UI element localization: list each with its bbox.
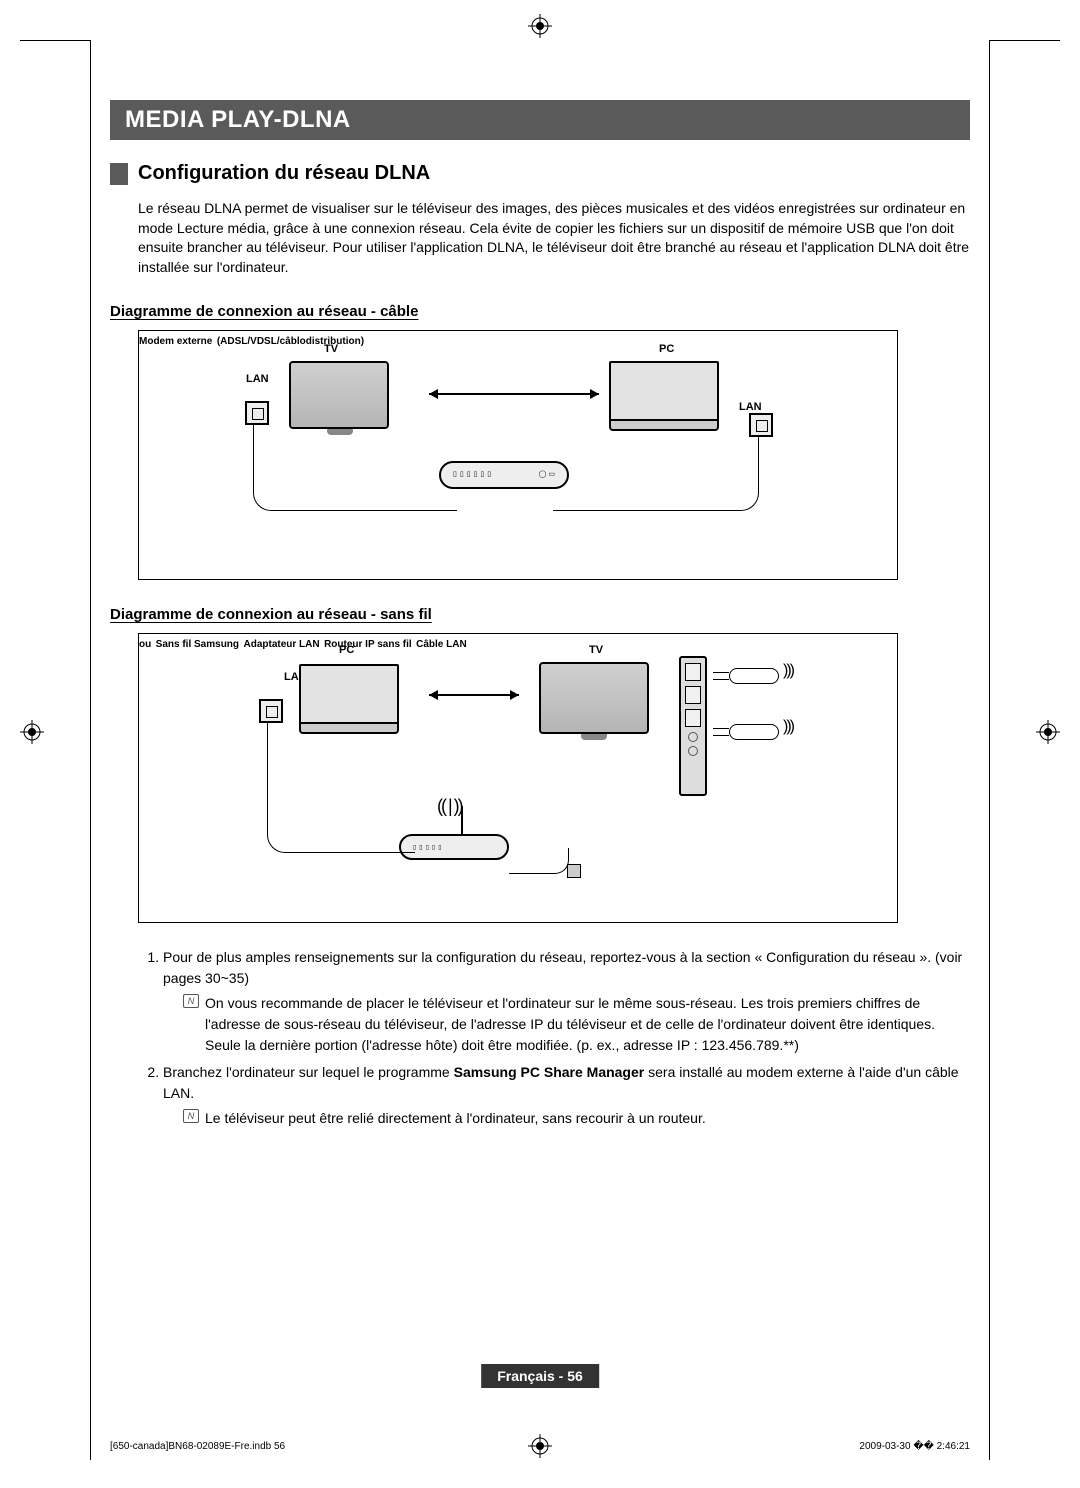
tv-label: TV <box>324 343 338 355</box>
section-title: Configuration du réseau DLNA <box>110 162 970 185</box>
wireless-adapter-icon <box>729 668 779 684</box>
lan-port-icon <box>749 413 773 437</box>
pc-label: PC <box>339 644 354 656</box>
wifi-waves-icon: (( | )) <box>437 796 462 817</box>
laptop-icon <box>609 361 719 431</box>
router-label: Routeur IP sans fil <box>324 639 412 650</box>
note-1-sub: N On vous recommande de placer le télévi… <box>183 993 970 1056</box>
subheading-wireless: Diagramme de connexion au réseau - sans … <box>110 606 970 623</box>
notes-list: Pour de plus amples renseignements sur l… <box>138 947 970 1129</box>
tv-label: TV <box>589 644 603 656</box>
cable-label: Câble LAN <box>416 639 467 650</box>
tv-icon <box>539 662 649 734</box>
page-number-footer: Français - 56 <box>481 1364 599 1388</box>
wifi-waves-icon: ))) <box>783 718 793 736</box>
title-bar-icon <box>110 163 128 185</box>
page-banner: MEDIA PLAY-DLNA <box>110 100 970 140</box>
note-1: Pour de plus amples renseignements sur l… <box>163 947 970 1056</box>
imprint-left: [650-canada]BN68-02089E-Fre.indb 56 <box>110 1441 285 1452</box>
crop-mark <box>90 40 91 1460</box>
tv-icon <box>289 361 389 429</box>
ou-label: ou <box>139 639 151 650</box>
lan-label-tv: LAN <box>246 373 269 385</box>
page-content: MEDIA PLAY-DLNA Configuration du réseau … <box>110 100 970 1388</box>
router-icon: ▯▯▯▯▯ <box>399 834 509 860</box>
cable-icon <box>509 848 569 874</box>
diagram-wireless: PC TV LAN ou Sans fil Samsung Adaptateur… <box>138 633 898 923</box>
note-icon: N <box>183 994 199 1008</box>
adapter-label2: Adaptateur LAN <box>243 639 319 650</box>
registration-mark-icon <box>20 720 44 744</box>
lan-port-icon <box>245 401 269 425</box>
arrow-bidirectional-icon <box>429 393 599 395</box>
registration-mark-icon <box>528 14 552 38</box>
wireless-adapter-icon <box>729 724 779 740</box>
note-2-bold: Samsung PC Share Manager <box>454 1064 645 1080</box>
subheading-wired: Diagramme de connexion au réseau - câble <box>110 303 970 320</box>
cable-icon <box>267 723 415 853</box>
registration-mark-icon <box>528 1434 552 1458</box>
note-1-text: Pour de plus amples renseignements sur l… <box>163 949 962 986</box>
note-2: Branchez l'ordinateur sur lequel le prog… <box>163 1062 970 1129</box>
crop-mark <box>20 40 90 41</box>
modem-label: Modem externe <box>139 336 212 347</box>
lan-label-pc: LAN <box>739 401 762 413</box>
adapter-label1: Sans fil Samsung <box>156 639 239 650</box>
cable-icon <box>553 437 759 511</box>
connector-icon <box>713 672 729 680</box>
registration-mark-icon <box>1036 720 1060 744</box>
section-title-text: Configuration du réseau DLNA <box>138 162 430 185</box>
modem-icon: ▯▯▯▯▯▯ ◯ ▭ <box>439 461 569 489</box>
imprint-right: 2009-03-30 �� 2:46:21 <box>859 1441 970 1452</box>
note-2-sub: N Le téléviseur peut être relié directem… <box>183 1108 970 1129</box>
note-icon: N <box>183 1109 199 1123</box>
tv-back-panel-icon <box>679 656 707 796</box>
intro-paragraph: Le réseau DLNA permet de visualiser sur … <box>138 199 970 277</box>
pc-label: PC <box>659 343 674 355</box>
crop-mark <box>990 40 1060 41</box>
note-2-sub-text: Le téléviseur peut être relié directemen… <box>205 1110 706 1126</box>
note-1-sub-text: On vous recommande de placer le télévise… <box>205 995 935 1053</box>
wifi-waves-icon: ))) <box>783 662 793 680</box>
lan-port-icon <box>259 699 283 723</box>
tv-stand-icon <box>581 734 607 740</box>
connector-icon <box>713 728 729 736</box>
plug-icon <box>567 864 581 878</box>
note-2-a: Branchez l'ordinateur sur lequel le prog… <box>163 1064 454 1080</box>
arrow-bidirectional-icon <box>429 694 519 696</box>
diagram-wired: TV PC LAN LAN Modem externe (ADSL/VDSL/c… <box>138 330 898 580</box>
modem-sublabel: (ADSL/VDSL/câblodistribution) <box>217 336 364 347</box>
cable-icon <box>253 425 457 511</box>
crop-mark <box>989 40 990 1460</box>
